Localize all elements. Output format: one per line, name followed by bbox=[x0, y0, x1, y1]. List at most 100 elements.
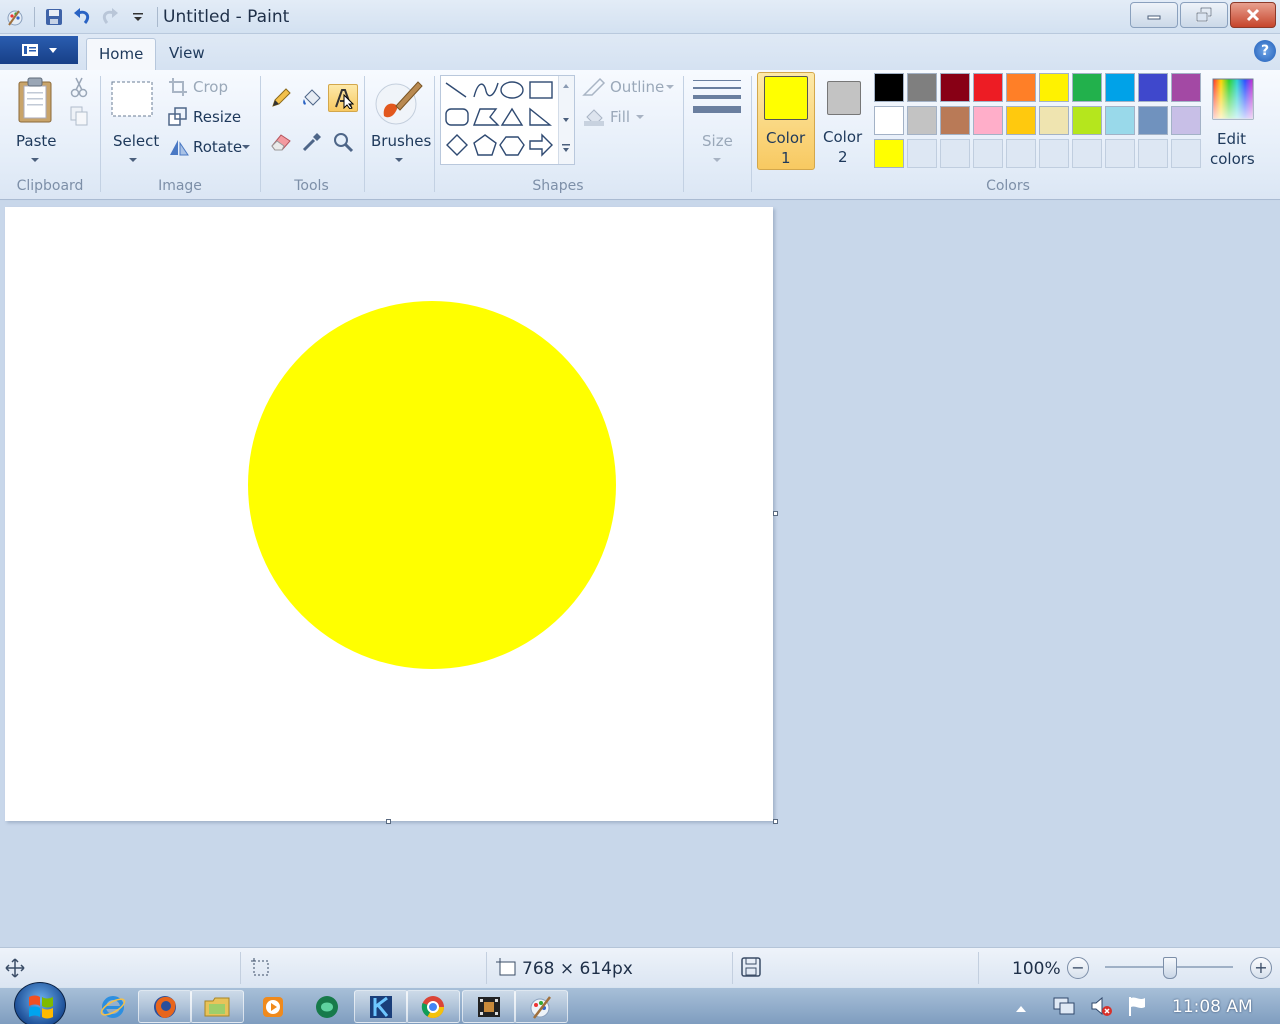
fill-tool[interactable] bbox=[297, 84, 327, 112]
resize-handle-bottom[interactable] bbox=[386, 819, 391, 824]
custom-color-slot[interactable] bbox=[940, 139, 970, 168]
taskbar-firefox[interactable] bbox=[138, 990, 192, 1023]
palette-swatch[interactable] bbox=[874, 106, 904, 135]
custom-color-slot[interactable] bbox=[1072, 139, 1102, 168]
chevron-down-icon bbox=[713, 158, 721, 162]
taskbar-clock[interactable]: 11:08 AM bbox=[1172, 997, 1253, 1017]
palette-swatch[interactable] bbox=[1072, 106, 1102, 135]
drawing-canvas[interactable] bbox=[5, 207, 773, 821]
palette-swatch[interactable] bbox=[973, 106, 1003, 135]
copy-icon[interactable] bbox=[70, 106, 88, 130]
taskbar-chrome[interactable] bbox=[406, 990, 460, 1023]
brushes-button[interactable]: Brushes bbox=[368, 74, 431, 166]
palette-swatch[interactable] bbox=[1138, 106, 1168, 135]
zoom-in-button[interactable]: + bbox=[1250, 957, 1272, 979]
palette-swatch[interactable] bbox=[1105, 73, 1135, 102]
palette-swatch[interactable] bbox=[1006, 106, 1036, 135]
color-picker-tool[interactable] bbox=[297, 128, 327, 156]
zoom-out-button[interactable]: − bbox=[1067, 957, 1089, 979]
eraser-tool[interactable] bbox=[266, 128, 296, 156]
taskbar-paint[interactable] bbox=[514, 990, 568, 1023]
paint-app-icon[interactable] bbox=[4, 6, 26, 28]
palette-swatch[interactable] bbox=[1105, 106, 1135, 135]
show-hidden-icons-icon[interactable] bbox=[1015, 1002, 1027, 1018]
palette-swatch[interactable] bbox=[940, 73, 970, 102]
palette-swatch[interactable] bbox=[874, 139, 904, 168]
taskbar-video-app[interactable] bbox=[462, 990, 516, 1023]
size-button[interactable]: Size bbox=[688, 74, 746, 166]
taskbar-app-green[interactable] bbox=[300, 990, 354, 1023]
palette-swatch[interactable] bbox=[874, 73, 904, 102]
palette-swatch[interactable] bbox=[1039, 106, 1069, 135]
palette-swatch[interactable] bbox=[940, 106, 970, 135]
paint-menu-button[interactable] bbox=[0, 36, 78, 64]
crop-icon bbox=[169, 78, 187, 96]
status-bar: 768 × 614px 100% − + bbox=[0, 947, 1280, 987]
ribbon-tab-row: Home View ? bbox=[0, 34, 1280, 70]
cut-icon[interactable] bbox=[70, 76, 88, 102]
network-icon[interactable] bbox=[1052, 995, 1076, 1021]
close-button[interactable] bbox=[1230, 2, 1276, 28]
customize-qat-icon[interactable] bbox=[127, 6, 149, 28]
palette-swatch[interactable] bbox=[1171, 106, 1201, 135]
custom-color-slot[interactable] bbox=[1171, 139, 1201, 168]
custom-color-slot[interactable] bbox=[1039, 139, 1069, 168]
custom-color-slot[interactable] bbox=[1006, 139, 1036, 168]
clipboard-icon bbox=[18, 77, 52, 123]
crop-button[interactable]: Crop bbox=[168, 76, 238, 100]
action-center-flag-icon[interactable] bbox=[1127, 995, 1149, 1021]
pencil-tool[interactable] bbox=[266, 84, 296, 112]
restore-button[interactable] bbox=[1180, 2, 1228, 28]
redo-icon[interactable] bbox=[99, 6, 121, 28]
color2-button[interactable]: Color 2 bbox=[818, 72, 870, 170]
palette-swatch[interactable] bbox=[1138, 73, 1168, 102]
magnifier-tool[interactable] bbox=[328, 128, 358, 156]
palette-swatch[interactable] bbox=[1039, 73, 1069, 102]
custom-color-slot[interactable] bbox=[907, 139, 937, 168]
yellow-circle bbox=[248, 301, 616, 669]
save-icon[interactable] bbox=[43, 6, 65, 28]
paste-label: Paste bbox=[16, 132, 57, 150]
zoom-slider-thumb[interactable] bbox=[1163, 957, 1177, 979]
resize-button[interactable]: Resize bbox=[168, 106, 248, 130]
group-label-image: Image bbox=[158, 178, 202, 194]
palette-swatch[interactable] bbox=[973, 73, 1003, 102]
shapes-gallery-icons bbox=[445, 81, 553, 157]
film-icon bbox=[478, 996, 500, 1017]
shapes-gallery-scrollbar[interactable] bbox=[558, 76, 574, 164]
palette-swatch[interactable] bbox=[1072, 73, 1102, 102]
color2-swatch bbox=[827, 81, 861, 115]
select-button[interactable]: Select bbox=[106, 74, 160, 166]
taskbar-file-explorer[interactable] bbox=[190, 990, 244, 1023]
palette-swatch[interactable] bbox=[1171, 73, 1201, 102]
taskbar-app-k[interactable] bbox=[354, 990, 408, 1023]
window-title: Untitled - Paint bbox=[163, 7, 290, 27]
tab-home[interactable]: Home bbox=[86, 38, 157, 70]
color1-button[interactable]: Color 1 bbox=[757, 72, 815, 170]
status-separator bbox=[486, 952, 487, 984]
fill-button[interactable]: Fill bbox=[582, 106, 652, 130]
rotate-button[interactable]: Rotate bbox=[168, 136, 254, 160]
resize-handle-right[interactable] bbox=[773, 511, 778, 516]
taskbar-internet-explorer[interactable] bbox=[86, 990, 140, 1023]
text-tool[interactable] bbox=[328, 84, 358, 112]
custom-color-slot[interactable] bbox=[1138, 139, 1168, 168]
edit-colors-button[interactable]: Edit colors bbox=[1205, 74, 1261, 168]
outline-button[interactable]: Outline bbox=[582, 76, 678, 100]
tab-view[interactable]: View bbox=[157, 38, 217, 70]
paste-button[interactable]: Paste bbox=[8, 74, 64, 166]
custom-color-slot[interactable] bbox=[1105, 139, 1135, 168]
help-icon[interactable]: ? bbox=[1254, 40, 1276, 62]
resize-handle-corner[interactable] bbox=[773, 819, 778, 824]
palette-swatch[interactable] bbox=[1006, 73, 1036, 102]
undo-icon[interactable] bbox=[71, 6, 93, 28]
taskbar-media-player[interactable] bbox=[246, 990, 300, 1023]
start-button[interactable] bbox=[14, 982, 66, 1024]
volume-muted-icon[interactable] bbox=[1090, 995, 1114, 1021]
rotate-label: Rotate bbox=[193, 138, 243, 156]
minimize-button[interactable] bbox=[1130, 2, 1178, 28]
custom-color-slot[interactable] bbox=[973, 139, 1003, 168]
select-label: Select bbox=[113, 132, 160, 150]
palette-swatch[interactable] bbox=[907, 73, 937, 102]
palette-swatch[interactable] bbox=[907, 106, 937, 135]
